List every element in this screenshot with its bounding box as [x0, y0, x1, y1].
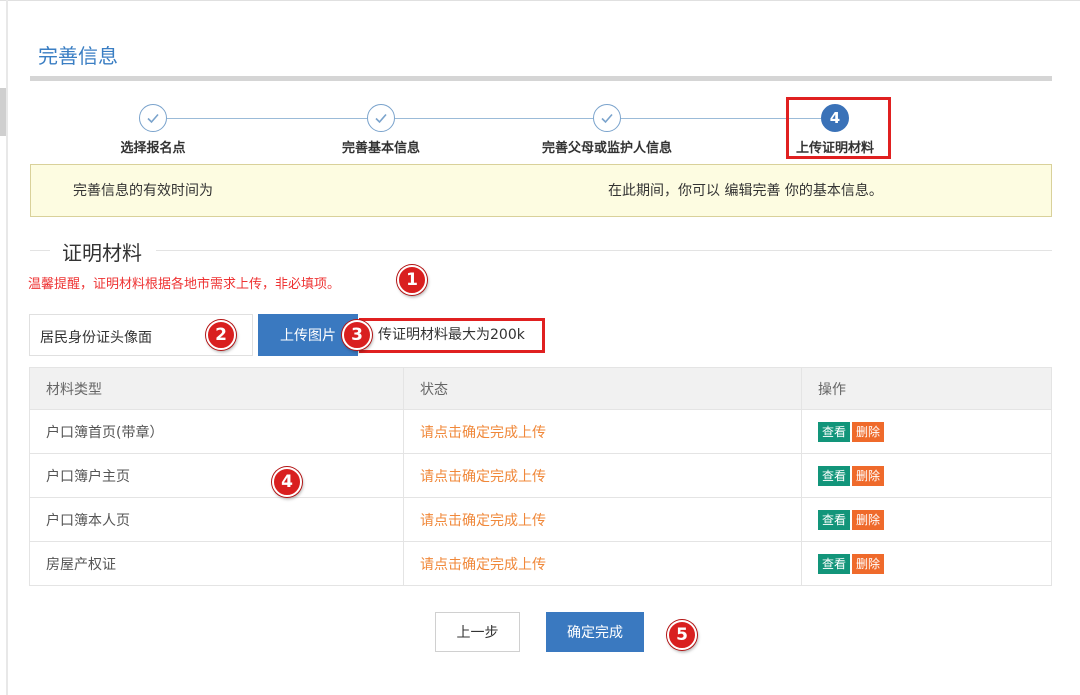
- step-label: 完善父母或监护人信息: [541, 141, 672, 156]
- left-frame: [6, 0, 8, 695]
- material-type-cell: 户口簿户主页: [29, 453, 404, 498]
- delete-button[interactable]: 删除: [852, 509, 885, 530]
- status-cell: 请点击确定完成上传: [403, 453, 802, 498]
- title-divider: [30, 76, 1052, 81]
- view-button[interactable]: 查看: [818, 465, 851, 486]
- table-header-row: 材料类型 状态 操作: [29, 367, 1052, 410]
- page-title: 完善信息: [38, 44, 118, 68]
- table-row: 房屋产权证 请点击确定完成上传 查看 删除: [29, 541, 1052, 586]
- step-label: 选择报名点: [120, 141, 186, 156]
- top-border: [0, 0, 1080, 1]
- step-3-check-icon: [593, 104, 621, 132]
- step-connector: [167, 118, 367, 119]
- annotation-badge: 5: [667, 620, 697, 650]
- table-row: 户口簿本人页 请点击确定完成上传 查看 删除: [29, 497, 1052, 542]
- notice-edit-text: 在此期间，你可以 编辑完善 你的基本信息。: [608, 183, 883, 199]
- section-rule-left: [30, 250, 50, 251]
- confirm-complete-button[interactable]: 确定完成: [546, 612, 644, 652]
- actions-cell: 查看 删除: [801, 453, 1052, 498]
- material-type-cell: 户口簿本人页: [29, 497, 404, 542]
- materials-table: 材料类型 状态 操作 户口簿首页(带章） 请点击确定完成上传 查看 删除 户口簿户…: [29, 367, 1052, 586]
- view-button[interactable]: 查看: [818, 421, 851, 442]
- annotation-badge: 3: [342, 320, 372, 350]
- status-cell: 请点击确定完成上传: [403, 409, 802, 454]
- actions-cell: 查看 删除: [801, 541, 1052, 586]
- delete-button[interactable]: 删除: [852, 421, 885, 442]
- material-type-cell: 房屋产权证: [29, 541, 404, 586]
- delete-button[interactable]: 删除: [852, 553, 885, 574]
- annotation-badge: 1: [397, 265, 427, 295]
- step-connector: [395, 118, 593, 119]
- highlight-box-size-hint: [359, 318, 545, 353]
- notice-validity-text: 完善信息的有效时间为: [73, 183, 213, 199]
- header-status: 状态: [403, 367, 802, 410]
- table-row: 户口簿首页(带章） 请点击确定完成上传 查看 删除: [29, 409, 1052, 454]
- section-title: 证明材料: [60, 237, 144, 266]
- side-collapse-tab[interactable]: [0, 88, 6, 136]
- validity-notice: 完善信息的有效时间为 在此期间，你可以 编辑完善 你的基本信息。: [30, 164, 1052, 217]
- highlight-box-active-step: [786, 97, 891, 159]
- header-actions: 操作: [801, 367, 1052, 410]
- step-1-check-icon: [139, 104, 167, 132]
- status-cell: 请点击确定完成上传: [403, 541, 802, 586]
- annotation-badge: 2: [206, 320, 236, 350]
- warm-tip: 温馨提醒，证明材料根据各地市需求上传，非必填项。: [28, 277, 341, 292]
- previous-step-button[interactable]: 上一步: [435, 612, 520, 652]
- step-label: 完善基本信息: [341, 141, 420, 156]
- status-cell: 请点击确定完成上传: [403, 497, 802, 542]
- view-button[interactable]: 查看: [818, 553, 851, 574]
- delete-button[interactable]: 删除: [852, 465, 885, 486]
- view-button[interactable]: 查看: [818, 509, 851, 530]
- step-2-check-icon: [367, 104, 395, 132]
- actions-cell: 查看 删除: [801, 409, 1052, 454]
- actions-cell: 查看 删除: [801, 497, 1052, 542]
- material-type-cell: 户口簿首页(带章）: [29, 409, 404, 454]
- section-rule-right: [156, 250, 1052, 251]
- annotation-badge: 4: [272, 467, 302, 497]
- header-material-type: 材料类型: [29, 367, 404, 410]
- table-row: 户口簿户主页 请点击确定完成上传 查看 删除: [29, 453, 1052, 498]
